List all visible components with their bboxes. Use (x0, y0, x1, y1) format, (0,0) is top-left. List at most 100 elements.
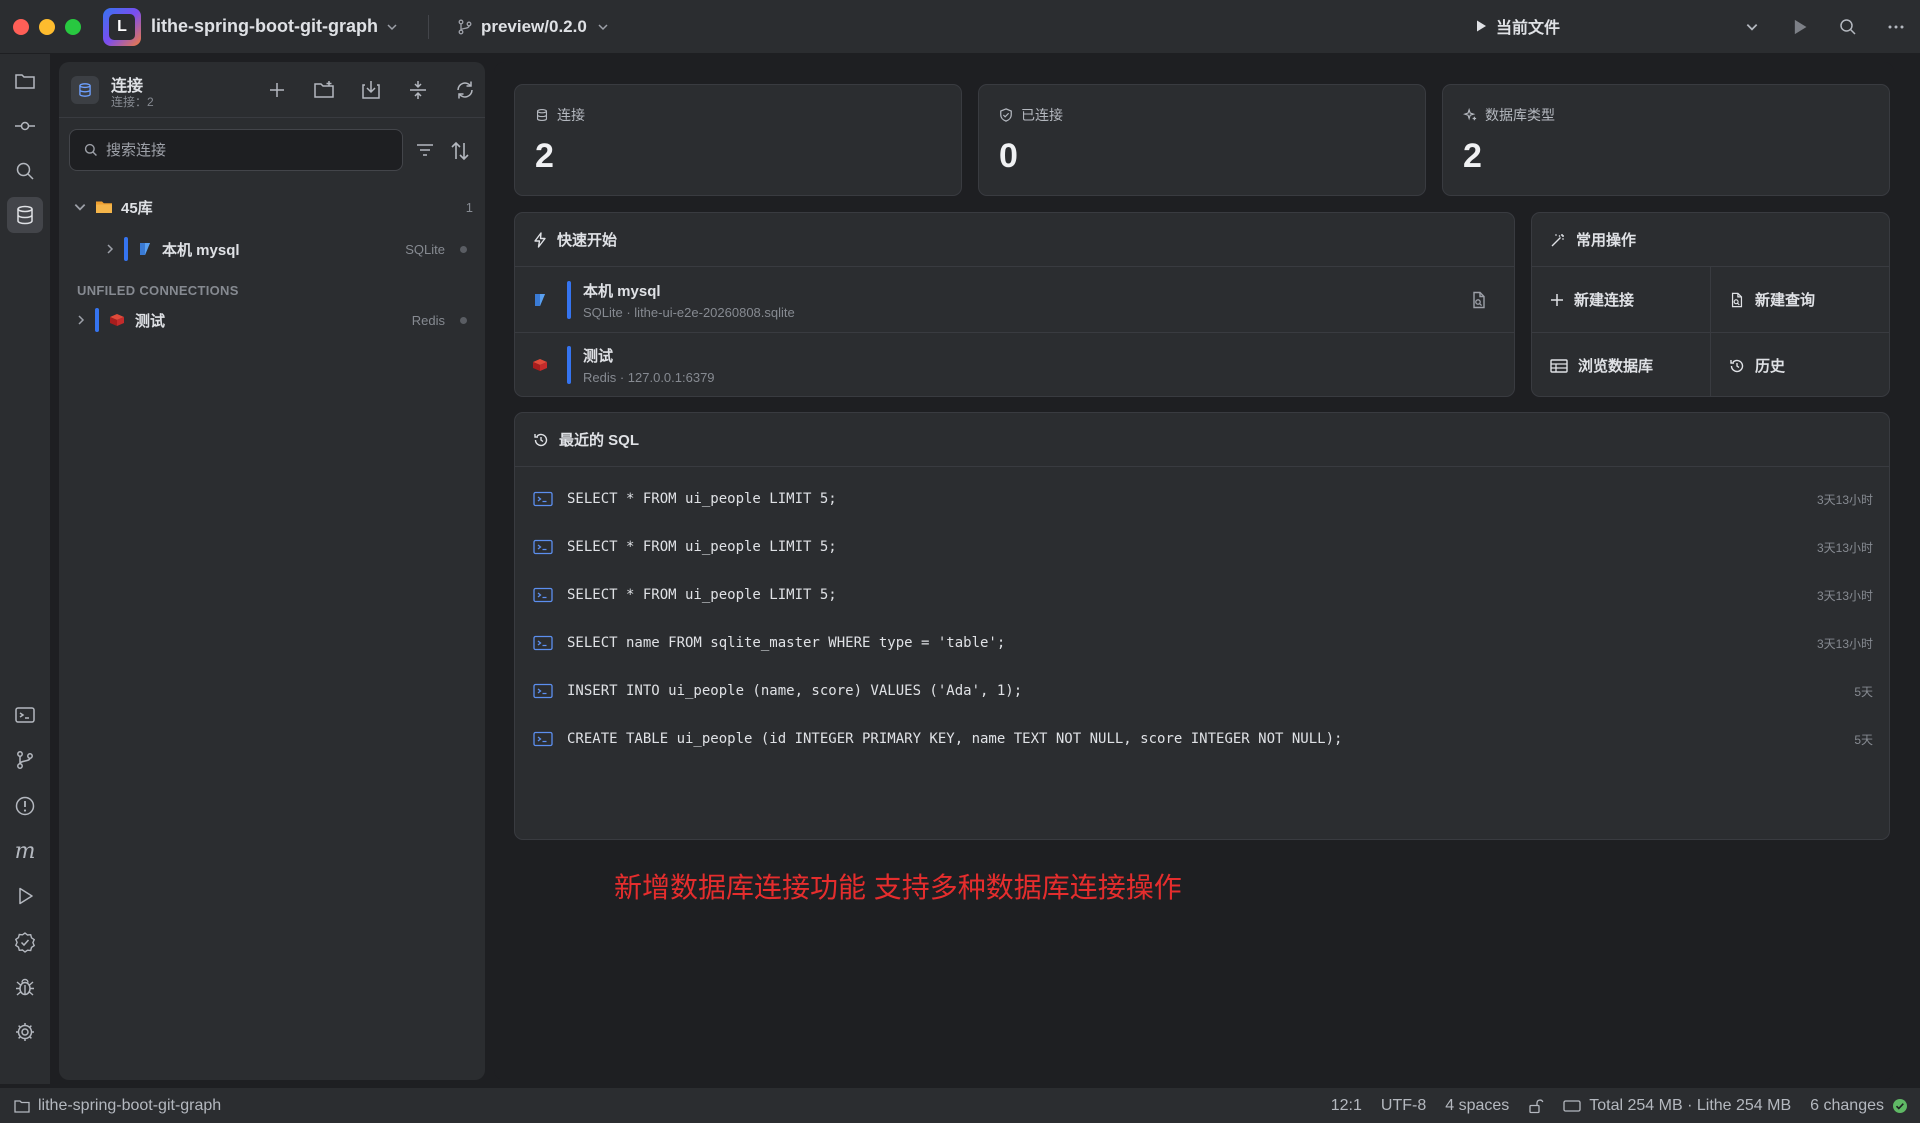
quick-start-item[interactable]: 测试 Redis · 127.0.0.1:6379 (515, 332, 1514, 397)
project-name[interactable]: lithe-spring-boot-git-graph (151, 16, 378, 37)
minimize-window-button[interactable] (39, 18, 55, 35)
import-button[interactable] (359, 78, 383, 102)
sql-history-row[interactable]: SELECT * FROM ui_people LIMIT 5; 3天13小时 (515, 571, 1889, 619)
table-icon (1550, 358, 1568, 373)
database-icon (71, 76, 99, 104)
common-ops-card: 常用操作 新建连接 新建查询 浏览数据库 历史 (1531, 212, 1890, 397)
indent-setting[interactable]: 4 spaces (1445, 1097, 1509, 1115)
git-tool-button[interactable] (7, 742, 43, 778)
quick-start-title: 快速开始 (557, 232, 618, 249)
new-connection-button[interactable]: 新建连接 (1532, 267, 1710, 332)
connection-row[interactable]: 本机 mysql SQLite (59, 230, 485, 268)
debug-tool-button[interactable] (7, 969, 43, 1005)
sparkle-icon (1463, 108, 1477, 122)
run-tool-button[interactable] (7, 878, 43, 914)
chevron-right-icon[interactable] (75, 314, 87, 326)
commit-tool-button[interactable] (7, 108, 43, 144)
sql-history-row[interactable]: SELECT * FROM ui_people LIMIT 5; 3天13小时 (515, 475, 1889, 523)
chevron-down-icon[interactable] (1728, 20, 1776, 34)
tool-strip: m (0, 54, 50, 1084)
redis-icon (109, 313, 125, 327)
close-window-button[interactable] (13, 18, 29, 35)
new-query-button[interactable]: 新建查询 (1711, 267, 1889, 332)
badge-check-icon (14, 931, 36, 953)
connection-name: 测试 (135, 312, 166, 330)
find-tool-button[interactable] (7, 153, 43, 189)
sqlite-icon (533, 293, 547, 307)
sql-history-row[interactable]: CREATE TABLE ui_people (id INTEGER PRIMA… (515, 715, 1889, 763)
database-tool-button[interactable] (7, 197, 43, 233)
op-label: 新建连接 (1574, 292, 1635, 309)
maximize-window-button[interactable] (65, 18, 81, 35)
folder-name: 45库 (121, 199, 153, 217)
problems-tool-button[interactable] (7, 788, 43, 824)
titlebar-actions (1728, 0, 1920, 54)
memory-icon (1563, 1099, 1581, 1113)
panel-subtitle: 连接：2 (111, 95, 154, 109)
chevron-down-icon[interactable] (73, 200, 87, 214)
branch-name: preview/0.2.0 (480, 16, 587, 36)
filter-button[interactable] (415, 140, 435, 162)
project-tool-button[interactable] (7, 63, 43, 99)
terminal-icon (533, 491, 553, 507)
database-icon (14, 204, 36, 226)
panel-actions (265, 78, 477, 102)
sql-history-row[interactable]: SELECT name FROM sqlite_master WHERE typ… (515, 619, 1889, 667)
recent-sql-card: 最近的 SQL SELECT * FROM ui_people LIMIT 5;… (514, 412, 1890, 840)
sql-text: SELECT * FROM ui_people LIMIT 5; (567, 491, 837, 507)
status-project[interactable]: lithe-spring-boot-git-graph (14, 1097, 221, 1115)
search-tools (415, 140, 471, 162)
terminal-icon (533, 587, 553, 603)
more-icon[interactable] (1872, 18, 1920, 36)
sql-time: 5天 (1854, 732, 1873, 747)
history-button[interactable]: 历史 (1711, 333, 1889, 398)
connection-row[interactable]: 测试 Redis (59, 301, 485, 339)
services-tool-button[interactable] (7, 924, 43, 960)
sql-text: SELECT * FROM ui_people LIMIT 5; (567, 587, 837, 603)
folder-icon (95, 199, 113, 215)
connections-panel: 连接 连接：2 45库 1 本机 mysql SQLite UNFILED CO… (59, 62, 485, 1080)
cursor-position[interactable]: 12:1 (1331, 1097, 1362, 1115)
warning-circle-icon (14, 795, 36, 817)
maven-tool-button[interactable]: m (7, 833, 43, 869)
sql-time: 3天13小时 (1816, 540, 1873, 555)
run-configuration[interactable]: 当前文件 (1474, 14, 1560, 38)
sql-history-row[interactable]: INSERT INTO ui_people (name, score) VALU… (515, 667, 1889, 715)
bug-icon (14, 976, 36, 998)
terminal-icon (533, 731, 553, 747)
memory-indicator[interactable]: Total 254 MB · Lithe 254 MB (1563, 1097, 1791, 1115)
collapse-all-button[interactable] (406, 78, 430, 102)
branch-selector[interactable]: preview/0.2.0 (457, 17, 609, 37)
add-connection-button[interactable] (265, 78, 289, 102)
settings-tool-button[interactable] (7, 1014, 43, 1050)
sql-history-row[interactable]: SELECT * FROM ui_people LIMIT 5; 3天13小时 (515, 523, 1889, 571)
vcs-changes[interactable]: 6 changes (1810, 1097, 1908, 1115)
unlock-icon[interactable] (1528, 1098, 1544, 1114)
main-dashboard: 连接 2 已连接 0 数据库类型 2 快速开始 本机 mysql SQLite … (494, 62, 1894, 1080)
run-button[interactable] (1776, 18, 1824, 36)
folder-row[interactable]: 45库 1 (59, 188, 485, 226)
connection-search[interactable] (69, 129, 403, 171)
chevron-right-icon[interactable] (104, 243, 116, 255)
new-folder-button[interactable] (312, 78, 336, 102)
search-icon (84, 143, 98, 157)
quick-start-item-name: 测试 (583, 348, 614, 365)
quick-start-item[interactable]: 本机 mysql SQLite · lithe-ui-e2e-20260808.… (515, 267, 1514, 332)
chevron-down-icon[interactable] (386, 21, 398, 33)
search-input[interactable] (106, 141, 386, 159)
new-query-button[interactable] (1470, 291, 1488, 309)
file-encoding[interactable]: UTF-8 (1381, 1097, 1426, 1115)
project-logo[interactable]: L (103, 7, 141, 46)
sql-text: CREATE TABLE ui_people (id INTEGER PRIMA… (567, 731, 1343, 747)
search-icon[interactable] (1824, 18, 1872, 36)
terminal-icon (14, 704, 36, 726)
sql-time: 3天13小时 (1816, 492, 1873, 507)
stat-card-db-types: 数据库类型 2 (1442, 84, 1890, 196)
terminal-tool-button[interactable] (7, 697, 43, 733)
changes-text: 6 changes (1810, 1096, 1884, 1114)
sort-button[interactable] (449, 140, 471, 162)
browse-database-button[interactable]: 浏览数据库 (1532, 333, 1710, 398)
shield-check-icon (999, 108, 1013, 122)
window-controls (13, 18, 81, 35)
refresh-button[interactable] (453, 78, 477, 102)
